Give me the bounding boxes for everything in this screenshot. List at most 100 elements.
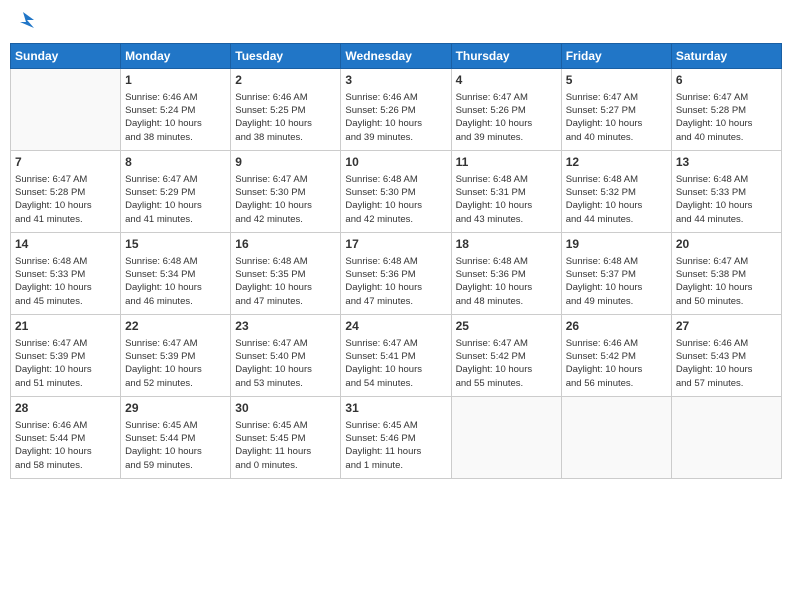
calendar-cell: 31Sunrise: 6:45 AM Sunset: 5:46 PM Dayli… [341, 397, 451, 479]
day-info: Sunrise: 6:47 AM Sunset: 5:28 PM Dayligh… [15, 173, 116, 226]
day-number: 15 [125, 236, 226, 253]
day-number: 13 [676, 154, 777, 171]
day-info: Sunrise: 6:47 AM Sunset: 5:41 PM Dayligh… [345, 337, 446, 390]
day-info: Sunrise: 6:48 AM Sunset: 5:35 PM Dayligh… [235, 255, 336, 308]
day-number: 28 [15, 400, 116, 417]
calendar-cell: 4Sunrise: 6:47 AM Sunset: 5:26 PM Daylig… [451, 69, 561, 151]
calendar-cell: 6 Sunrise: 6:47 AM Sunset: 5:28 PM Daylig… [671, 69, 781, 151]
day-info: Sunrise: 6:45 AM Sunset: 5:45 PM Dayligh… [235, 419, 336, 472]
day-number: 31 [345, 400, 446, 417]
day-number: 1 [125, 72, 226, 89]
day-info: Sunrise: 6:47 AM Sunset: 5:26 PM Dayligh… [456, 91, 557, 144]
day-header-sunday: Sunday [11, 44, 121, 69]
calendar-week-row: 1 Sunrise: 6:46 AM Sunset: 5:24 PM Daylig… [11, 69, 782, 151]
day-info: Sunrise: 6:46 AM Sunset: 5:42 PM Dayligh… [566, 337, 667, 390]
day-number: 17 [345, 236, 446, 253]
day-info: Sunrise: 6:46 AM Sunset: 5:44 PM Dayligh… [15, 419, 116, 472]
day-info: Sunrise: 6:47 AM Sunset: 5:39 PM Dayligh… [15, 337, 116, 390]
day-number: 6 [676, 72, 777, 89]
calendar-cell: 28 Sunrise: 6:46 AM Sunset: 5:44 PM Dayli… [11, 397, 121, 479]
calendar-cell: 3 Sunrise: 6:46 AM Sunset: 5:26 PM Daylig… [341, 69, 451, 151]
day-info: Sunrise: 6:48 AM Sunset: 5:34 PM Dayligh… [125, 255, 226, 308]
day-number: 19 [566, 236, 667, 253]
calendar-week-row: 21Sunrise: 6:47 AM Sunset: 5:39 PM Dayli… [11, 315, 782, 397]
day-info: Sunrise: 6:46 AM Sunset: 5:24 PM Dayligh… [125, 91, 226, 144]
day-number: 22 [125, 318, 226, 335]
calendar-cell: 1 Sunrise: 6:46 AM Sunset: 5:24 PM Daylig… [121, 69, 231, 151]
day-number: 26 [566, 318, 667, 335]
day-info: Sunrise: 6:47 AM Sunset: 5:28 PM Dayligh… [676, 91, 777, 144]
day-info: Sunrise: 6:48 AM Sunset: 5:37 PM Dayligh… [566, 255, 667, 308]
day-info: Sunrise: 6:48 AM Sunset: 5:30 PM Dayligh… [345, 173, 446, 226]
day-info: Sunrise: 6:47 AM Sunset: 5:38 PM Dayligh… [676, 255, 777, 308]
calendar-cell: 11Sunrise: 6:48 AM Sunset: 5:31 PM Dayli… [451, 151, 561, 233]
day-info: Sunrise: 6:47 AM Sunset: 5:39 PM Dayligh… [125, 337, 226, 390]
day-header-monday: Monday [121, 44, 231, 69]
day-info: Sunrise: 6:47 AM Sunset: 5:29 PM Dayligh… [125, 173, 226, 226]
day-info: Sunrise: 6:47 AM Sunset: 5:40 PM Dayligh… [235, 337, 336, 390]
day-number: 5 [566, 72, 667, 89]
day-info: Sunrise: 6:48 AM Sunset: 5:36 PM Dayligh… [345, 255, 446, 308]
calendar-cell: 20 Sunrise: 6:47 AM Sunset: 5:38 PM Dayli… [671, 233, 781, 315]
page: SundayMondayTuesdayWednesdayThursdayFrid… [0, 0, 792, 612]
calendar-cell [561, 397, 671, 479]
day-number: 14 [15, 236, 116, 253]
day-number: 8 [125, 154, 226, 171]
day-number: 24 [345, 318, 446, 335]
calendar-week-row: 28 Sunrise: 6:46 AM Sunset: 5:44 PM Dayli… [11, 397, 782, 479]
day-number: 7 [15, 154, 116, 171]
day-info: Sunrise: 6:47 AM Sunset: 5:42 PM Dayligh… [456, 337, 557, 390]
calendar-cell: 13 Sunrise: 6:48 AM Sunset: 5:33 PM Dayli… [671, 151, 781, 233]
calendar-cell: 19 Sunrise: 6:48 AM Sunset: 5:37 PM Dayli… [561, 233, 671, 315]
day-header-tuesday: Tuesday [231, 44, 341, 69]
day-info: Sunrise: 6:48 AM Sunset: 5:32 PM Dayligh… [566, 173, 667, 226]
day-info: Sunrise: 6:47 AM Sunset: 5:30 PM Dayligh… [235, 173, 336, 226]
calendar-cell [451, 397, 561, 479]
day-number: 9 [235, 154, 336, 171]
day-number: 20 [676, 236, 777, 253]
calendar-table: SundayMondayTuesdayWednesdayThursdayFrid… [10, 43, 782, 479]
header [10, 10, 782, 37]
calendar-cell: 30 Sunrise: 6:45 AM Sunset: 5:45 PM Dayli… [231, 397, 341, 479]
day-info: Sunrise: 6:45 AM Sunset: 5:44 PM Dayligh… [125, 419, 226, 472]
calendar-cell: 18Sunrise: 6:48 AM Sunset: 5:36 PM Dayli… [451, 233, 561, 315]
calendar-week-row: 14 Sunrise: 6:48 AM Sunset: 5:33 PM Dayli… [11, 233, 782, 315]
calendar-cell: 10Sunrise: 6:48 AM Sunset: 5:30 PM Dayli… [341, 151, 451, 233]
day-number: 23 [235, 318, 336, 335]
day-number: 25 [456, 318, 557, 335]
day-number: 18 [456, 236, 557, 253]
day-number: 30 [235, 400, 336, 417]
day-number: 29 [125, 400, 226, 417]
day-info: Sunrise: 6:48 AM Sunset: 5:33 PM Dayligh… [15, 255, 116, 308]
day-info: Sunrise: 6:46 AM Sunset: 5:43 PM Dayligh… [676, 337, 777, 390]
logo [10, 10, 34, 37]
day-number: 16 [235, 236, 336, 253]
calendar-cell: 25 Sunrise: 6:47 AM Sunset: 5:42 PM Dayli… [451, 315, 561, 397]
day-number: 11 [456, 154, 557, 171]
calendar-cell: 14 Sunrise: 6:48 AM Sunset: 5:33 PM Dayli… [11, 233, 121, 315]
calendar-cell: 22 Sunrise: 6:47 AM Sunset: 5:39 PM Dayli… [121, 315, 231, 397]
day-header-thursday: Thursday [451, 44, 561, 69]
day-number: 3 [345, 72, 446, 89]
day-number: 12 [566, 154, 667, 171]
day-info: Sunrise: 6:46 AM Sunset: 5:25 PM Dayligh… [235, 91, 336, 144]
calendar-cell: 29 Sunrise: 6:45 AM Sunset: 5:44 PM Dayli… [121, 397, 231, 479]
calendar-cell: 7 Sunrise: 6:47 AM Sunset: 5:28 PM Daylig… [11, 151, 121, 233]
calendar-cell: 5Sunrise: 6:47 AM Sunset: 5:27 PM Daylig… [561, 69, 671, 151]
day-info: Sunrise: 6:48 AM Sunset: 5:33 PM Dayligh… [676, 173, 777, 226]
calendar-cell: 9 Sunrise: 6:47 AM Sunset: 5:30 PM Daylig… [231, 151, 341, 233]
calendar-cell: 21Sunrise: 6:47 AM Sunset: 5:39 PM Dayli… [11, 315, 121, 397]
day-number: 2 [235, 72, 336, 89]
calendar-cell: 16 Sunrise: 6:48 AM Sunset: 5:35 PM Dayli… [231, 233, 341, 315]
calendar-week-row: 7 Sunrise: 6:47 AM Sunset: 5:28 PM Daylig… [11, 151, 782, 233]
calendar-cell: 27Sunrise: 6:46 AM Sunset: 5:43 PM Dayli… [671, 315, 781, 397]
calendar-cell [11, 69, 121, 151]
calendar-header-row: SundayMondayTuesdayWednesdayThursdayFrid… [11, 44, 782, 69]
calendar-cell: 24 Sunrise: 6:47 AM Sunset: 5:41 PM Dayli… [341, 315, 451, 397]
day-info: Sunrise: 6:46 AM Sunset: 5:26 PM Dayligh… [345, 91, 446, 144]
calendar-cell: 26 Sunrise: 6:46 AM Sunset: 5:42 PM Dayli… [561, 315, 671, 397]
calendar-cell: 23 Sunrise: 6:47 AM Sunset: 5:40 PM Dayli… [231, 315, 341, 397]
day-header-saturday: Saturday [671, 44, 781, 69]
calendar-cell: 15 Sunrise: 6:48 AM Sunset: 5:34 PM Dayli… [121, 233, 231, 315]
calendar-cell: 8 Sunrise: 6:47 AM Sunset: 5:29 PM Daylig… [121, 151, 231, 233]
